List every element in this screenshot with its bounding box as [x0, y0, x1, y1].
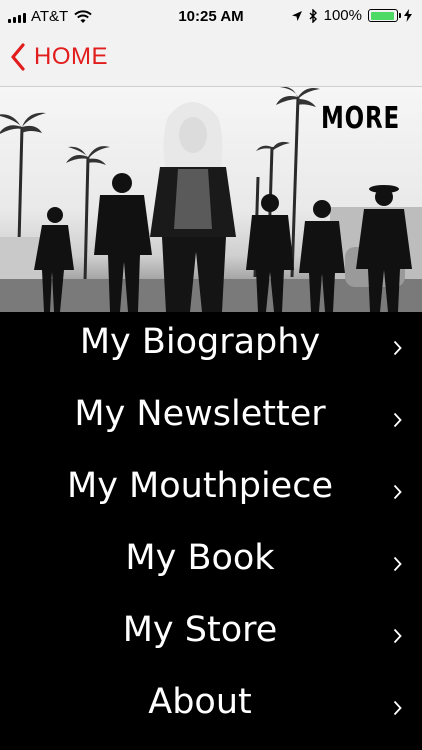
- hero-band-photo: MORE: [0, 87, 422, 312]
- more-overlay-text: MORE: [320, 101, 400, 136]
- chevron-right-icon: [393, 556, 402, 572]
- more-menu-list: My Biography My Newsletter My Mouthpiece…: [0, 312, 422, 744]
- menu-item-about[interactable]: About: [0, 672, 422, 744]
- menu-item-label: My Book: [125, 538, 275, 578]
- menu-item-my-book[interactable]: My Book: [0, 528, 422, 600]
- chevron-right-icon: [393, 700, 402, 716]
- menu-item-label: About: [148, 682, 252, 722]
- location-arrow-icon: [291, 10, 302, 21]
- chevron-right-icon: [393, 412, 402, 428]
- chevron-right-icon: [393, 340, 402, 356]
- menu-item-label: My Mouthpiece: [67, 466, 333, 506]
- navigation-bar: HOME: [0, 34, 422, 87]
- menu-item-my-biography[interactable]: My Biography: [0, 312, 422, 384]
- menu-item-my-mouthpiece[interactable]: My Mouthpiece: [0, 456, 422, 528]
- menu-item-label: My Biography: [79, 322, 321, 362]
- menu-item-my-newsletter[interactable]: My Newsletter: [0, 384, 422, 456]
- back-home-button[interactable]: HOME: [10, 43, 108, 71]
- chevron-right-icon: [393, 628, 402, 644]
- status-bar: AT&T 10:25 AM 100%: [0, 0, 422, 34]
- back-button-label: HOME: [34, 43, 108, 70]
- menu-item-label: My Store: [122, 610, 278, 650]
- chevron-left-icon: [11, 43, 25, 71]
- status-right: 100%: [291, 7, 412, 24]
- chevron-right-icon: [393, 484, 402, 500]
- battery-percentage: 100%: [323, 7, 362, 24]
- battery-icon: [368, 9, 401, 22]
- menu-item-label: My Newsletter: [74, 394, 326, 434]
- charging-bolt-icon: [404, 9, 412, 22]
- menu-item-my-store[interactable]: My Store: [0, 600, 422, 672]
- bluetooth-icon: [309, 8, 317, 23]
